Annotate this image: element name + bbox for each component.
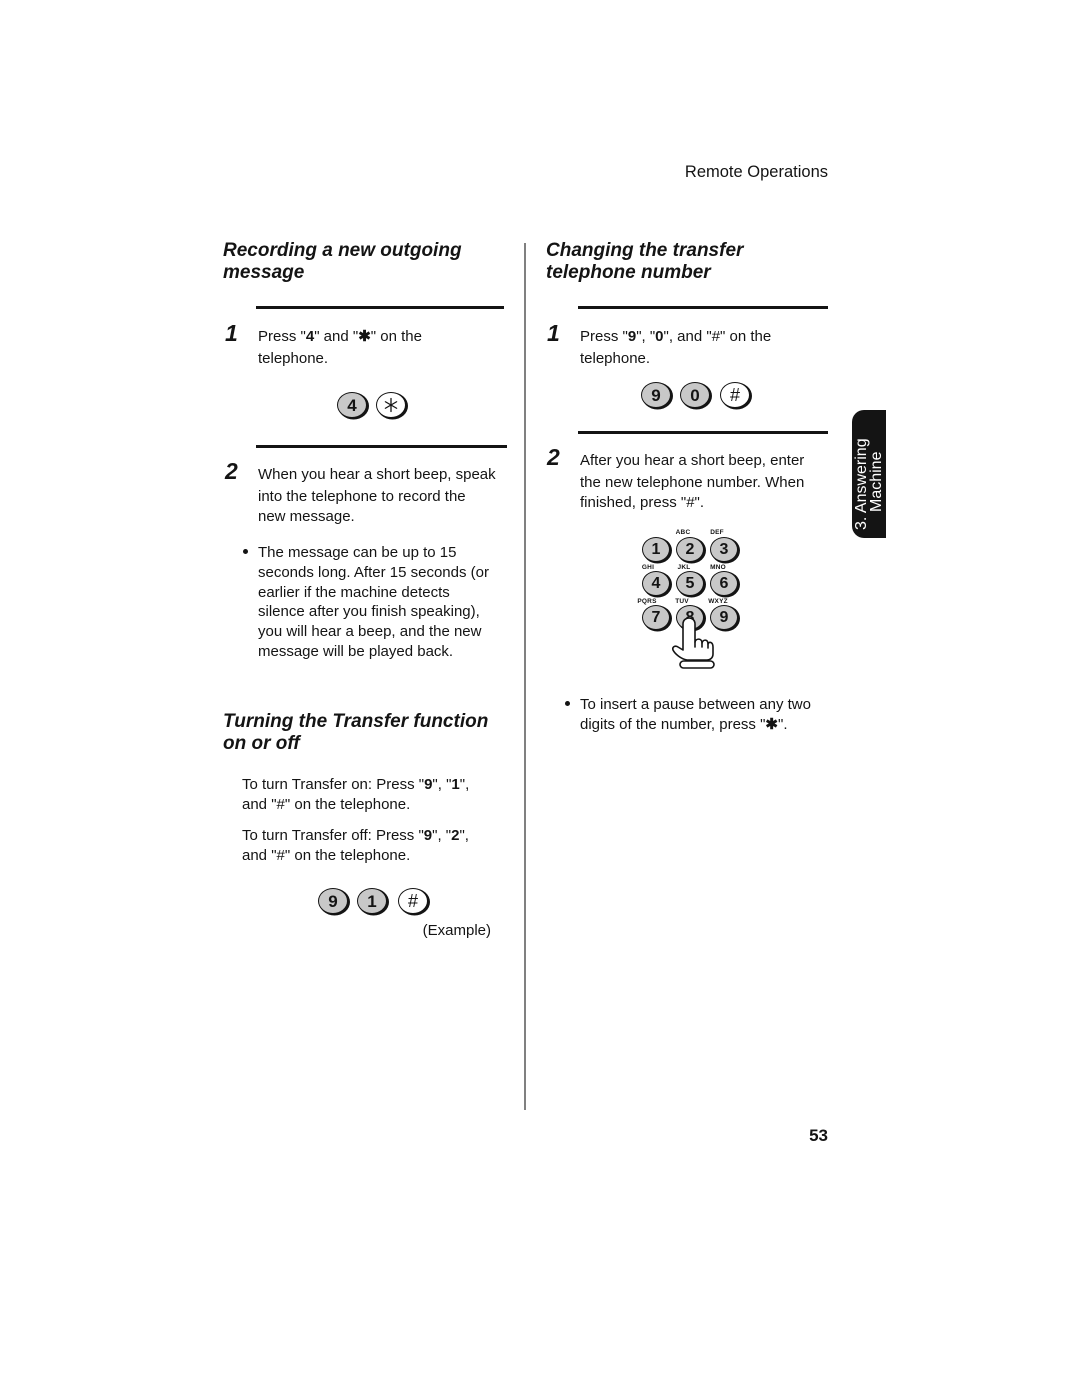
step-text: After you hear a short beep, enter the n… xyxy=(580,449,804,513)
text-segment: Press " xyxy=(580,328,628,345)
step-text: Press "9", "0", and "#" on the telephone. xyxy=(580,326,771,370)
key-9: 9 xyxy=(318,888,348,914)
transfer-off-instruction: To turn Transfer off: Press "9", "2", and… xyxy=(242,826,469,866)
step-rule xyxy=(578,431,828,434)
text-line: To insert a pause between any two xyxy=(580,696,811,713)
text-segment: " and " xyxy=(314,328,359,345)
transfer-number-step-2: 2 After you hear a short beep, enter the… xyxy=(547,444,804,513)
key-asterisk xyxy=(376,392,406,418)
keypad-key-5: 5 xyxy=(676,571,704,596)
text-segment: " on the xyxy=(370,328,422,345)
key-letters: ABC xyxy=(675,529,691,536)
text-line: After you hear a short beep, enter xyxy=(580,452,805,469)
text-segment: telephone. xyxy=(580,350,651,367)
text-segment: ", " xyxy=(432,827,452,844)
text-line: The message can be up to 15 xyxy=(258,544,457,561)
text-segment: To turn Transfer off: Press " xyxy=(242,827,424,844)
key-reference: 9 xyxy=(627,328,637,345)
step-number: 1 xyxy=(547,320,560,346)
keypad-key-3: 3 xyxy=(710,537,738,562)
keypad-key-4: 4 xyxy=(642,571,670,596)
recording-step-1: 1 Press "4" and "✱" on the telephone. xyxy=(225,320,422,370)
chapter-number: 3. xyxy=(853,516,870,530)
heading-line: Changing the transfer xyxy=(546,240,744,261)
column-divider xyxy=(524,243,526,1110)
text-segment: To turn Transfer on: Press " xyxy=(242,776,425,793)
key-0: 0 xyxy=(680,382,710,408)
step-rule xyxy=(256,445,507,448)
text-segment: digits of the number, press " xyxy=(580,715,766,733)
step-number: 2 xyxy=(225,458,238,484)
key-4: 4 xyxy=(337,392,367,418)
keypad-key-2: 2 xyxy=(676,537,704,562)
key-reference: 9 xyxy=(423,827,433,844)
text-segment: and "#" on the telephone. xyxy=(242,847,411,864)
text-segment: telephone. xyxy=(258,350,329,367)
text-line: the new telephone number. When xyxy=(580,474,805,491)
text-line: seconds long. After 15 seconds (or xyxy=(258,563,489,581)
text-line: digits of the number, press "✱". xyxy=(580,715,811,735)
text-line: silence after you finish speaking), xyxy=(258,603,480,621)
step-rule xyxy=(256,306,504,309)
heading-line: telephone number xyxy=(546,262,711,283)
text-segment: ", xyxy=(459,827,469,844)
chapter-title-line2: Machine xyxy=(868,451,885,512)
text-line: earlier if the machine detects xyxy=(258,583,450,601)
text-segment: ", " xyxy=(432,776,452,793)
example-caption: (Example) xyxy=(422,922,491,939)
section-title: Remote Operations xyxy=(684,163,828,181)
page-number: 53 xyxy=(809,1126,828,1145)
text-segment: Press " xyxy=(258,328,306,345)
key-reference: 0 xyxy=(655,328,664,345)
step-number: 2 xyxy=(547,444,560,470)
text-segment: and "#" on the telephone. xyxy=(242,796,411,813)
bullet-icon xyxy=(565,701,570,706)
transfer-on-instruction: To turn Transfer on: Press "9", "1", and … xyxy=(242,775,469,815)
text-line: message will be played back. xyxy=(258,642,454,660)
heading-line: Turning the Transfer function xyxy=(223,711,489,732)
step-text: Press "4" and "✱" on the telephone. xyxy=(258,326,422,370)
pause-note: To insert a pause between any two digits… xyxy=(580,695,811,735)
recording-step-2: 2 When you hear a short beep, speak into… xyxy=(225,458,496,527)
heading-line: message xyxy=(223,262,305,283)
asterisk-icon xyxy=(384,397,398,413)
key-reference: ✱ xyxy=(765,715,778,733)
key-reference: 1 xyxy=(451,776,460,793)
transfer-number-step-1: 1 Press "9", "0", and "#" on the telephon… xyxy=(547,320,771,370)
text-segment: ", and "#" on the xyxy=(663,328,772,345)
text-segment: ". xyxy=(778,715,788,733)
heading-line: on or off xyxy=(223,733,300,754)
text-line: you will hear a beep, and the new xyxy=(258,623,482,641)
key-1: 1 xyxy=(357,888,387,914)
key-letters: DEF xyxy=(710,529,724,536)
recording-note: The message can be up to 15 seconds long… xyxy=(258,543,489,662)
bullet-icon xyxy=(243,549,248,554)
heading-line: Recording a new outgoing xyxy=(223,240,462,261)
text-line: finished, press "#". xyxy=(580,494,705,511)
step-number: 1 xyxy=(225,320,238,346)
chapter-tab-label: 3. Answering Machine xyxy=(852,410,886,538)
keypad-key-1: 1 xyxy=(642,537,670,562)
key-9: 9 xyxy=(641,382,671,408)
heading-transfer-number: Changing the transfer telephone number xyxy=(546,240,743,284)
step-rule xyxy=(578,306,828,309)
chapter-tab: 3. Answering Machine xyxy=(852,410,886,538)
key-reference: 4 xyxy=(305,328,315,345)
text-line: When you hear a short beep, speak xyxy=(258,466,496,483)
heading-recording-message: Recording a new outgoing message xyxy=(223,240,462,284)
key-hash: # xyxy=(398,888,428,914)
text-segment: ", " xyxy=(636,328,656,345)
text-line: into the telephone to record the xyxy=(258,488,466,505)
key-reference: ✱ xyxy=(358,328,371,345)
pointing-hand-icon xyxy=(672,617,715,669)
keypad-key-6: 6 xyxy=(710,571,738,596)
step-text: When you hear a short beep, speak into t… xyxy=(258,463,496,527)
text-segment: ", xyxy=(459,776,470,793)
text-line: new message. xyxy=(258,508,355,525)
key-hash: # xyxy=(720,382,750,408)
heading-transfer-toggle: Turning the Transfer function on or off xyxy=(223,711,488,755)
